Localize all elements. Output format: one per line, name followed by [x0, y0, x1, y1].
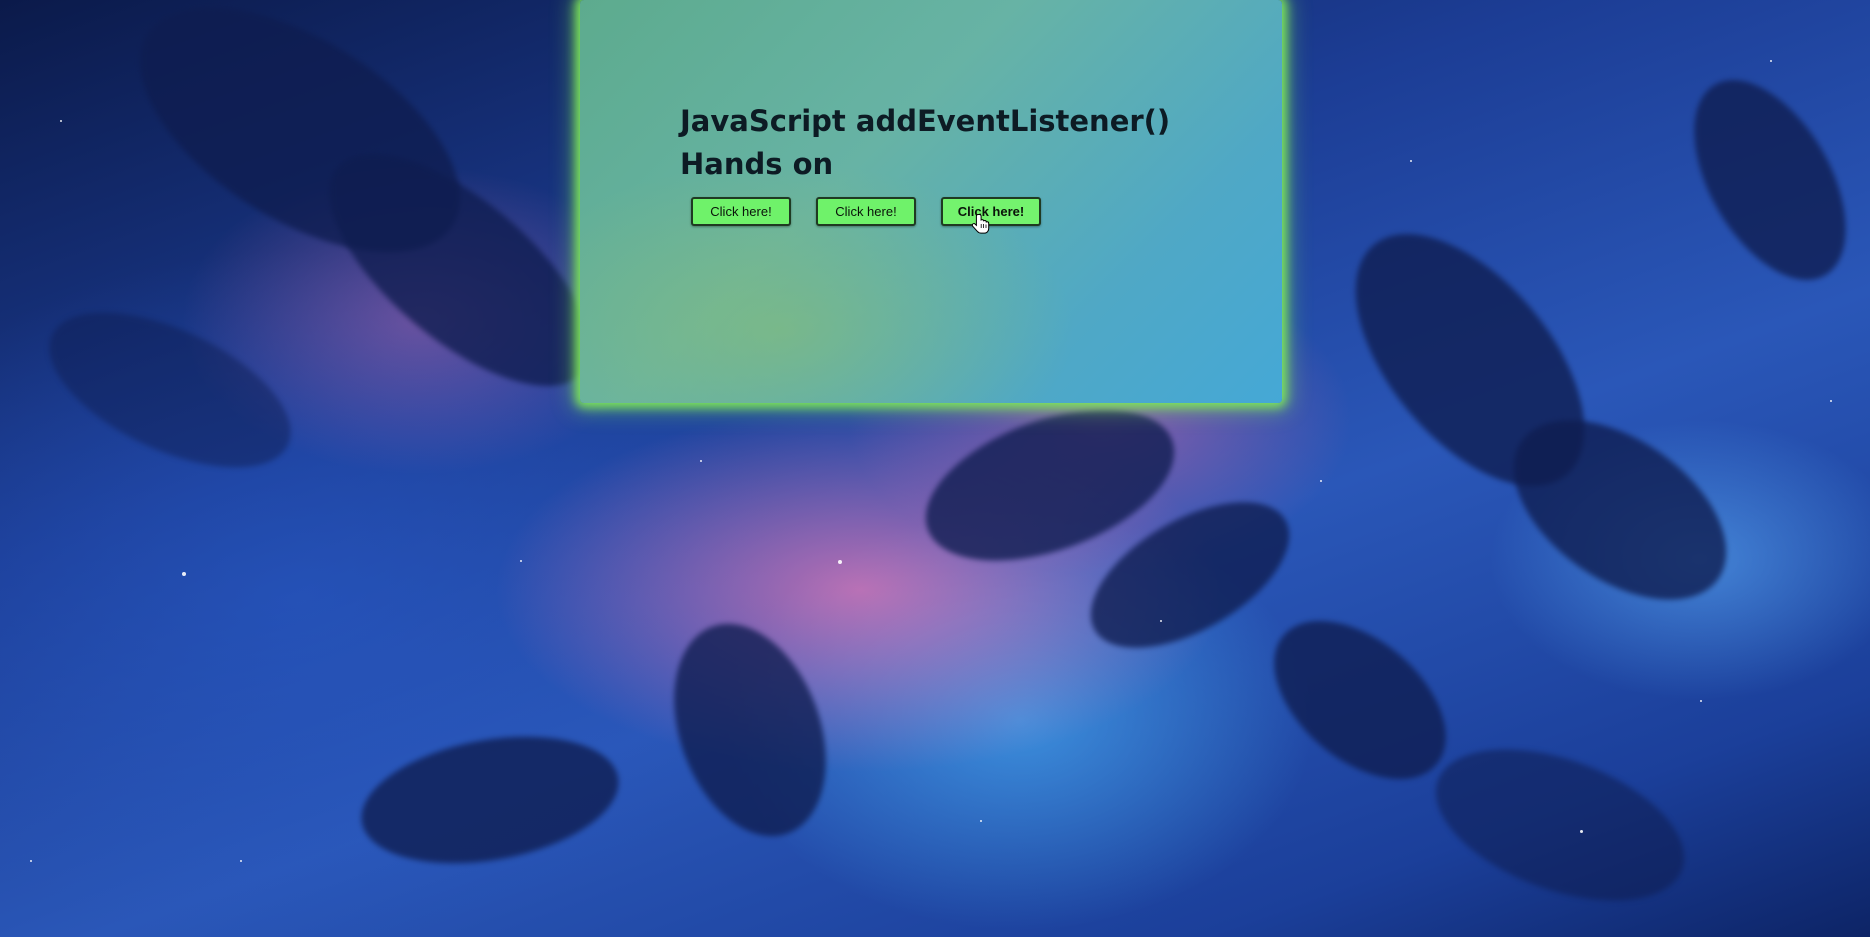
star	[980, 820, 982, 822]
star	[700, 460, 702, 462]
star	[1830, 400, 1832, 402]
nebula-cloud	[1415, 719, 1705, 931]
content-panel: JavaScript addEventListener() Hands on C…	[580, 0, 1282, 403]
star	[240, 860, 242, 862]
star	[838, 560, 842, 564]
star	[1770, 60, 1772, 62]
star	[1700, 700, 1702, 702]
nebula-cloud	[292, 113, 628, 427]
star	[1160, 620, 1162, 622]
hand-pointer-icon	[972, 214, 990, 234]
nebula-cloud	[1663, 54, 1870, 306]
click-here-button-3[interactable]: Click here!	[941, 197, 1041, 226]
click-here-button-2[interactable]: Click here!	[816, 197, 916, 226]
star	[60, 120, 62, 122]
star	[1320, 480, 1322, 482]
star	[1410, 160, 1412, 162]
click-here-button-1[interactable]: Click here!	[691, 197, 791, 226]
star	[520, 560, 522, 562]
nebula-cloud	[26, 280, 314, 500]
page-title: JavaScript addEventListener() Hands on	[680, 104, 1171, 181]
nebula-cloud	[646, 602, 854, 858]
nebula-cloud	[351, 718, 629, 882]
star	[30, 860, 32, 862]
star	[182, 572, 186, 576]
star	[1580, 830, 1583, 833]
